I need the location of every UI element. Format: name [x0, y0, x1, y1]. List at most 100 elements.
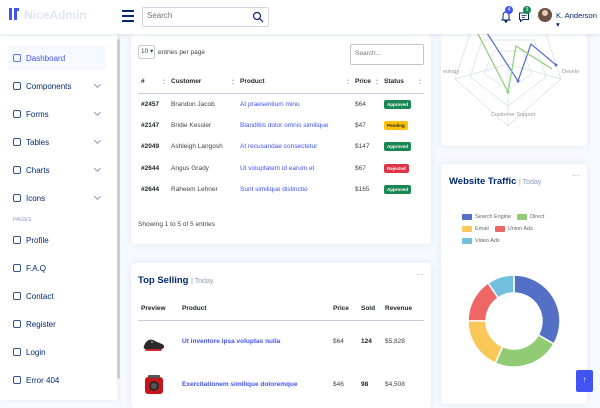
sidebar-toggle-button[interactable] [122, 10, 134, 22]
scrollbar[interactable] [117, 34, 120, 400]
sidebar-item-forms[interactable]: Forms [8, 101, 106, 127]
more-options-icon[interactable]: ··· [416, 270, 424, 279]
cell-product[interactable]: At recusandae consectetur [237, 136, 352, 158]
logo-icon[interactable] [8, 7, 20, 21]
cell-product[interactable]: Blanditiis dolor omnis similique [237, 115, 352, 137]
radar-chart: eology Customer Support Develo [443, 27, 579, 127]
sidebar-item-tables[interactable]: Tables [8, 129, 106, 155]
top-selling-table: Preview Product Price Sold Revenue Ut invent… [138, 297, 424, 406]
gem-icon [13, 194, 21, 202]
column-header[interactable]: # ▲ ▼ [138, 71, 168, 94]
website-traffic-card: Website Traffic | Today ··· Search Engin… [441, 164, 587, 404]
cell-product[interactable]: Ut inventore ipsa voluptas nulla [179, 320, 330, 363]
column-header-label: Product [240, 78, 265, 86]
sidebar-item-charts[interactable]: Charts [8, 157, 106, 183]
donut-slice-direct[interactable] [494, 333, 555, 368]
sidebar-item-label: Login [26, 347, 46, 357]
sort-icon[interactable]: ▲ ▼ [375, 78, 379, 86]
column-header: Price [330, 297, 358, 321]
question-circle-icon [13, 264, 21, 272]
sidebar-item-register[interactable]: Register [8, 311, 106, 337]
sort-icon[interactable]: ▲ ▼ [346, 78, 350, 86]
sort-icon[interactable]: ▲ ▼ [231, 78, 235, 86]
cell-product[interactable]: Sunt similique distinctio [237, 179, 352, 201]
grid-icon [13, 54, 21, 62]
cell-status: Approved [381, 136, 424, 158]
column-header[interactable]: Status ▲ ▼ [381, 71, 424, 94]
sidebar-item-f-a-q[interactable]: F.A.Q [8, 255, 106, 281]
radar-point [516, 79, 520, 83]
datatable-search-input[interactable] [355, 50, 419, 57]
column-header-label: Customer [171, 78, 202, 86]
table-row: #2644 Raheem Lehner Sunt similique distinc… [138, 179, 424, 201]
avatar[interactable] [538, 8, 552, 22]
status-badge: Approved [384, 142, 412, 152]
user-name: K. Anderson [556, 11, 597, 20]
sidebar-item-profile[interactable]: Profile [8, 227, 106, 253]
legend-label: Email [475, 226, 489, 232]
sidebar-item-icons[interactable]: Icons [8, 185, 106, 211]
legend-swatch [462, 214, 472, 220]
cell-price: $67 [355, 164, 366, 172]
search-input[interactable] [147, 11, 252, 20]
cell-id: #2147 [141, 121, 160, 129]
column-header[interactable]: Price ▲ ▼ [352, 71, 381, 94]
cell-status: Approved [381, 179, 424, 201]
status-badge: Approved [384, 99, 412, 109]
chevron-down-icon [93, 136, 102, 145]
more-options-icon[interactable]: ··· [572, 171, 580, 180]
cell-id: #2049 [141, 143, 160, 151]
cell-customer: Raheem Lehner [171, 186, 218, 194]
logo-text[interactable]: NiceAdmin [24, 8, 87, 22]
box-arrow-in-right-icon [13, 348, 21, 356]
scrollbar-thumb[interactable] [117, 39, 120, 379]
cell-customer: Ashleigh Langosh [171, 143, 223, 151]
sort-icon[interactable]: ▲ ▼ [418, 78, 422, 86]
product-thumbnail[interactable] [141, 329, 167, 355]
column-header[interactable]: Product ▲ ▼ [237, 71, 352, 94]
chevron-down-icon [93, 80, 102, 89]
cell-product[interactable]: At praesentium minu [237, 93, 352, 115]
sidebar-item-contact[interactable]: Contact [8, 283, 106, 309]
donut-slice-email[interactable] [467, 319, 504, 365]
sidebar-item-error-404[interactable]: Error 404 [8, 367, 106, 393]
cell-price: $64 [355, 100, 366, 108]
per-page-control: 10 ▾ entries per page [138, 45, 205, 59]
user-name-dropdown[interactable]: K. Anderson ▾ [556, 11, 600, 29]
card-title: Website Traffic | Today [449, 176, 541, 187]
header-search [142, 7, 269, 27]
back-to-top-button[interactable]: ↑ [576, 370, 593, 392]
layout-text-icon [13, 138, 21, 146]
column-header[interactable]: Customer ▲ ▼ [168, 71, 237, 94]
sidebar-item-dashboard[interactable]: Dashboard [8, 45, 106, 71]
sidebar-item-login[interactable]: Login [8, 339, 106, 365]
sidebar-item-label: Charts [26, 165, 50, 175]
legend-item[interactable]: Union Ads [494, 226, 533, 232]
sort-icon[interactable]: ▲ ▼ [162, 78, 166, 86]
traffic-period: | Today [519, 179, 542, 186]
per-page-value: 10 [141, 48, 149, 55]
sidebar-item-label: Contact [26, 291, 54, 301]
status-badge: Rejected [384, 163, 409, 173]
column-header: Sold [358, 297, 382, 321]
top-selling-title: Top Selling [138, 275, 189, 286]
card-list-icon [13, 320, 21, 328]
per-page-select[interactable]: 10 ▾ [138, 45, 155, 59]
recent-sales-table: # ▲ ▼ Customer ▲ ▼ Product ▲ ▼ Price ▲ ▼ Status ▲ ▼ #2… [138, 71, 424, 201]
donut-slice-search-engine[interactable] [513, 274, 561, 345]
cell-preview [138, 320, 179, 363]
legend-item[interactable]: Direct [517, 214, 544, 220]
cell-product[interactable]: Ut voluptatem id earum et [237, 158, 352, 180]
legend-item[interactable]: Email [462, 226, 489, 232]
sidebar-item-components[interactable]: Components [8, 73, 106, 99]
product-thumbnail[interactable] [141, 372, 167, 398]
legend-label: Search Engine [475, 214, 512, 220]
legend-swatch [494, 226, 505, 232]
column-header-label: Price [355, 78, 371, 86]
sidebar-item-label: Profile [26, 235, 49, 245]
sidebar-item-label: Register [26, 319, 56, 329]
legend-item[interactable]: Search Engine [462, 214, 511, 220]
notifications-badge: 4 [505, 6, 513, 14]
radar-point [554, 63, 558, 67]
search-icon[interactable] [252, 11, 264, 23]
